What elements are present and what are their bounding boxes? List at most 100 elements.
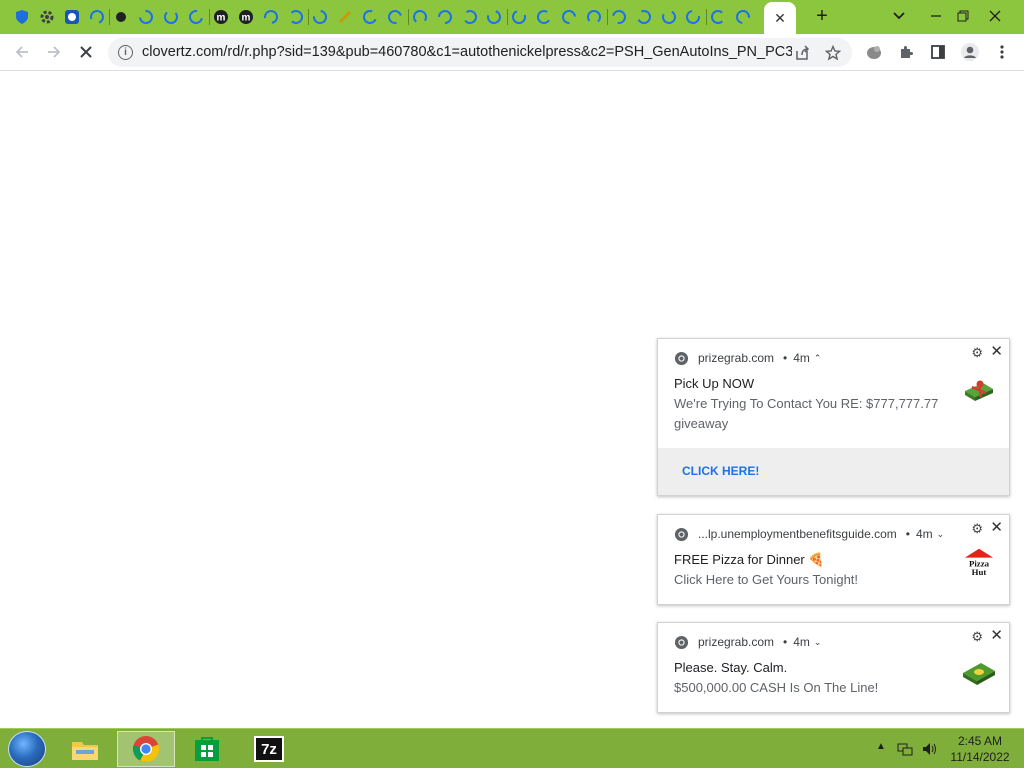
speaker-icon xyxy=(923,743,936,755)
stop-loading-button[interactable] xyxy=(74,40,98,64)
tab-separator xyxy=(706,9,707,25)
start-button[interactable] xyxy=(8,731,46,767)
tab-favicon[interactable] xyxy=(586,8,602,26)
close-window-button[interactable] xyxy=(980,4,1010,28)
tab-favicon[interactable] xyxy=(64,8,80,26)
chevron-down-icon[interactable]: ⌄ xyxy=(814,637,822,648)
new-tab-button[interactable]: + xyxy=(812,6,832,28)
extension-blob-icon xyxy=(867,46,881,59)
tab-favicon[interactable] xyxy=(536,8,552,26)
extension-button[interactable] xyxy=(862,40,886,64)
notification-origin: ...lp.unemploymentbenefitsguide.com xyxy=(698,527,897,541)
avatar-icon xyxy=(961,43,979,61)
tab-favicon[interactable] xyxy=(138,8,154,26)
tab-favicon[interactable] xyxy=(437,8,453,26)
close-tab-icon[interactable]: ✕ xyxy=(774,10,786,27)
loading-spinner-icon xyxy=(189,10,203,24)
tab-favicon[interactable] xyxy=(288,8,304,26)
close-icon xyxy=(989,10,1001,22)
svg-text:m: m xyxy=(242,13,251,24)
tab-favicon[interactable]: m xyxy=(213,8,229,26)
forward-button[interactable] xyxy=(42,40,66,64)
notification-action-button[interactable]: CLICK HERE! xyxy=(658,448,1009,495)
taskbar-file-explorer[interactable] xyxy=(56,731,114,767)
tab-favicon[interactable] xyxy=(511,8,527,26)
back-button[interactable] xyxy=(10,40,34,64)
volume-icon[interactable] xyxy=(921,741,939,760)
close-icon xyxy=(80,46,92,58)
tab-favicon[interactable] xyxy=(263,8,279,26)
loading-spinner-icon xyxy=(388,10,402,24)
tab-favicon[interactable] xyxy=(387,8,403,26)
tab-favicon[interactable] xyxy=(636,8,652,26)
chevron-up-icon[interactable]: ⌃ xyxy=(814,353,822,364)
extensions-menu-button[interactable] xyxy=(894,40,918,64)
tab-separator xyxy=(607,9,608,25)
tab-favicon[interactable] xyxy=(462,8,478,26)
url-text[interactable]: clovertz.com/rd/r.php?sid=139&pub=460780… xyxy=(142,44,792,60)
chevron-down-icon[interactable]: ⌄ xyxy=(937,529,945,540)
taskbar-chrome[interactable] xyxy=(117,731,175,767)
tab-favicon[interactable] xyxy=(14,8,30,26)
tab-favicon[interactable] xyxy=(412,8,428,26)
side-panel-button[interactable] xyxy=(926,40,950,64)
tab-favicon[interactable]: m xyxy=(238,8,254,26)
network-icon[interactable] xyxy=(897,741,913,760)
7zip-label: 7z xyxy=(261,740,277,758)
7zip-icon: 7z xyxy=(254,736,284,762)
gear-icon[interactable]: ⚙ xyxy=(971,345,983,361)
loading-spinner-icon xyxy=(264,10,278,24)
site-info-icon[interactable]: i xyxy=(118,45,133,60)
system-clock[interactable]: 2:45 AM 11/14/2022 xyxy=(946,733,1014,765)
folder-icon xyxy=(72,742,98,760)
tab-favicon[interactable] xyxy=(685,8,701,26)
tab-favicon[interactable] xyxy=(163,8,179,26)
notification-header: prizegrab.com • 4m ⌄ xyxy=(674,634,821,650)
tab-favicon[interactable] xyxy=(113,8,129,26)
chevron-down-icon xyxy=(893,12,905,20)
restore-icon xyxy=(957,10,969,22)
active-tab[interactable]: ✕ xyxy=(764,2,796,34)
loading-spinner-icon xyxy=(363,10,377,24)
close-icon[interactable]: ✕ xyxy=(990,518,1003,536)
loading-spinner-icon xyxy=(338,10,352,24)
restore-button[interactable] xyxy=(948,4,978,28)
pizza-hut-logo: Pizza Hut xyxy=(964,548,994,577)
tab-favicon[interactable] xyxy=(611,8,627,26)
close-icon[interactable]: ✕ xyxy=(990,626,1003,644)
profile-button[interactable] xyxy=(958,40,982,64)
notification-title: Pick Up NOW xyxy=(674,376,755,391)
tab-favicon[interactable] xyxy=(561,8,577,26)
star-icon xyxy=(825,45,841,61)
tab-favicon[interactable] xyxy=(661,8,677,26)
tab-favicon[interactable] xyxy=(710,8,726,26)
tab-favicon[interactable] xyxy=(89,8,105,26)
tab-favicon[interactable] xyxy=(337,8,353,26)
tab-favicon[interactable] xyxy=(188,8,204,26)
taskbar-7zip[interactable]: 7z xyxy=(240,731,298,767)
minimize-button[interactable] xyxy=(921,4,951,28)
chrome-menu-button[interactable] xyxy=(990,40,1014,64)
loading-spinner-icon xyxy=(686,10,700,24)
loading-spinner-icon xyxy=(313,10,327,24)
taskbar-store[interactable] xyxy=(178,731,236,767)
share-button[interactable] xyxy=(792,43,812,63)
notification-pizza[interactable]: ...lp.unemploymentbenefitsguide.com • 4m… xyxy=(657,514,1010,605)
tab-favicon[interactable] xyxy=(362,8,378,26)
loading-spinner-icon xyxy=(90,10,104,24)
gear-icon[interactable]: ⚙ xyxy=(971,629,983,645)
tab-favicon[interactable] xyxy=(39,8,55,26)
bookmark-star-button[interactable] xyxy=(823,43,843,63)
loading-spinner-icon xyxy=(512,10,526,24)
notification-prizegrab-1[interactable]: prizegrab.com • 4m ⌃ ⚙ ✕ Pick Up NOW We'… xyxy=(657,338,1010,496)
tab-favicon[interactable] xyxy=(312,8,328,26)
close-icon[interactable]: ✕ xyxy=(990,342,1003,360)
show-hidden-icons-button[interactable]: ▲ xyxy=(876,741,886,752)
notification-prizegrab-2[interactable]: prizegrab.com • 4m ⌄ ⚙ ✕ Please. Stay. C… xyxy=(657,622,1010,713)
svg-text:Hut: Hut xyxy=(972,567,987,577)
gear-icon[interactable]: ⚙ xyxy=(971,521,983,537)
address-bar[interactable]: i clovertz.com/rd/r.php?sid=139&pub=4607… xyxy=(108,38,852,67)
tab-favicon[interactable] xyxy=(735,8,751,26)
tab-search-button[interactable] xyxy=(884,4,914,28)
tab-favicon[interactable] xyxy=(486,8,502,26)
